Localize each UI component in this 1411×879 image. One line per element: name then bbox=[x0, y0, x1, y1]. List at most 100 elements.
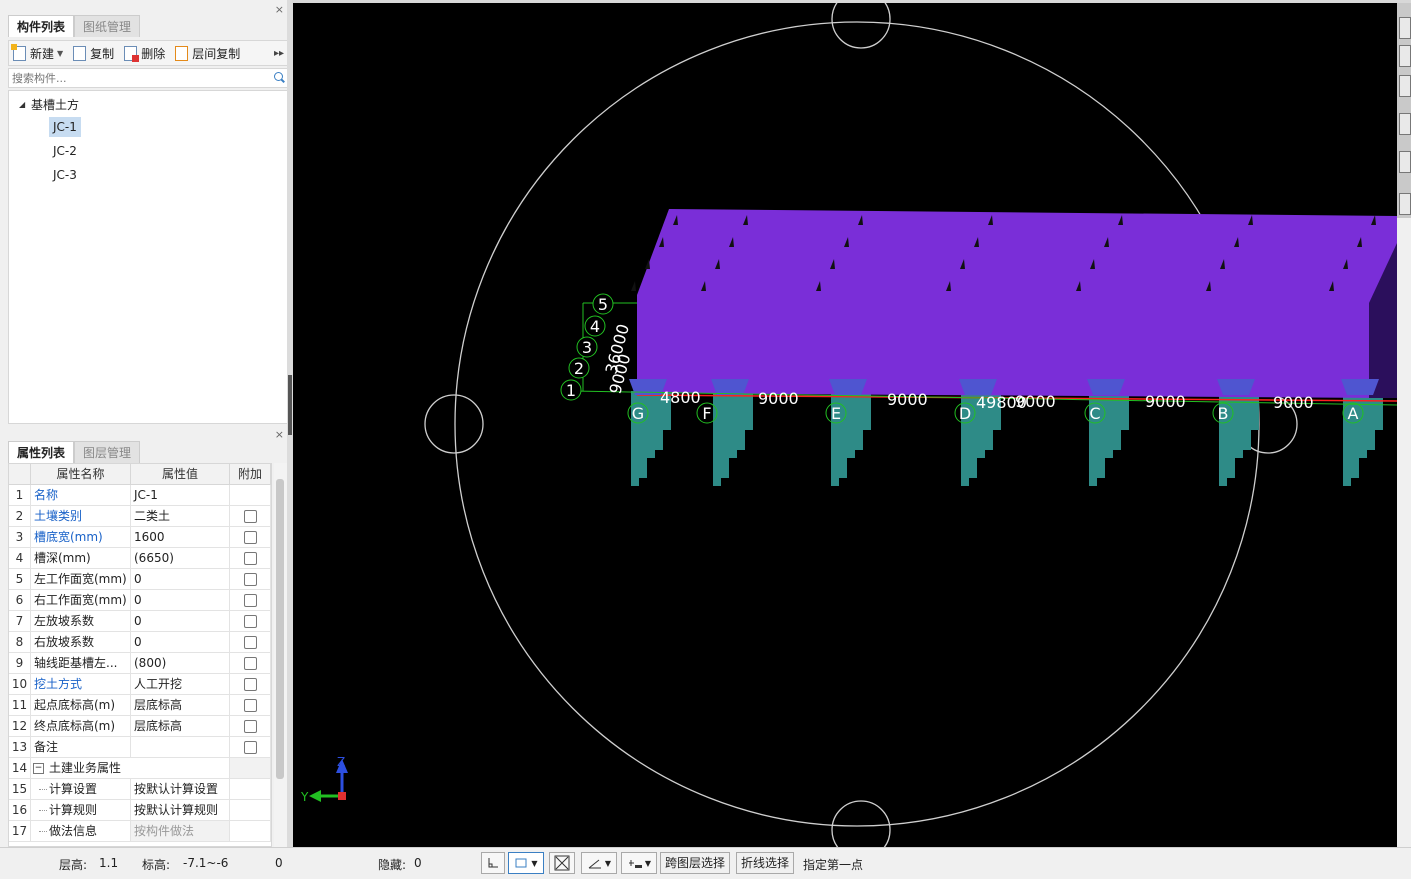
add-checkbox[interactable] bbox=[243, 656, 257, 670]
tree-item-jc-1[interactable]: JC-1 bbox=[49, 117, 81, 137]
view-tool-button[interactable] bbox=[1399, 45, 1411, 67]
property-value[interactable]: 二类土 bbox=[131, 506, 230, 526]
polyline-select-button[interactable]: 折线选择 bbox=[736, 852, 795, 874]
nav-handle-top[interactable] bbox=[831, 3, 891, 49]
table-row[interactable]: 17 做法信息 按构件做法 bbox=[9, 821, 271, 842]
table-row[interactable]: 1 名称 JC-1 bbox=[9, 485, 271, 506]
close-icon[interactable]: × bbox=[275, 428, 284, 441]
snap-dropdown[interactable]: ▼ bbox=[621, 852, 657, 874]
property-name: 备注 bbox=[31, 737, 131, 757]
add-checkbox[interactable] bbox=[243, 635, 257, 649]
cross-layer-select-button[interactable]: 跨图层选择 bbox=[660, 852, 731, 874]
angle-dropdown[interactable]: ▼ bbox=[581, 852, 617, 874]
property-value[interactable] bbox=[131, 737, 230, 757]
table-row-group[interactable]: 14 − 土建业务属性 bbox=[9, 758, 271, 779]
property-value[interactable]: 人工开挖 bbox=[131, 674, 230, 694]
splitter-thumb[interactable] bbox=[288, 375, 292, 435]
add-checkbox[interactable] bbox=[243, 551, 257, 565]
grid-axis-1: 1 bbox=[560, 379, 582, 401]
add-checkbox[interactable] bbox=[243, 677, 257, 691]
property-value[interactable]: 按构件做法 bbox=[131, 821, 230, 841]
table-row[interactable]: 7 左放坡系数 0 bbox=[9, 611, 271, 632]
property-name: 名称 bbox=[31, 485, 131, 505]
3d-viewport[interactable]: GFEDCBA 12345 4800 9000 9000 49800 9000 9000 9… bbox=[293, 3, 1397, 847]
table-row[interactable]: 16 计算规则 按默认计算规则 bbox=[9, 800, 271, 821]
table-row[interactable]: 3 槽底宽(mm) 1600 bbox=[9, 527, 271, 548]
add-checkbox[interactable] bbox=[243, 572, 257, 586]
table-row[interactable]: 10 挖土方式 人工开挖 bbox=[9, 674, 271, 695]
view-tool-button[interactable] bbox=[1399, 17, 1411, 39]
property-value[interactable]: 0 bbox=[131, 569, 230, 589]
add-checkbox[interactable] bbox=[243, 698, 257, 712]
ortho-toggle-button[interactable] bbox=[481, 852, 505, 874]
tab-property-list[interactable]: 属性列表 bbox=[8, 441, 75, 463]
property-value[interactable]: 层底标高 bbox=[131, 716, 230, 736]
add-cell bbox=[230, 653, 271, 673]
add-checkbox[interactable] bbox=[243, 719, 257, 733]
property-value[interactable]: JC-1 bbox=[131, 485, 230, 505]
property-value[interactable]: 按默认计算规则 bbox=[131, 800, 230, 820]
table-row[interactable]: 15 计算设置 按默认计算设置 bbox=[9, 779, 271, 800]
scrollbar-thumb[interactable] bbox=[276, 479, 284, 779]
collapse-icon[interactable]: ◢ bbox=[19, 95, 31, 115]
property-value[interactable]: 按默认计算设置 bbox=[131, 779, 230, 799]
property-value[interactable]: 层底标高 bbox=[131, 695, 230, 715]
table-row[interactable]: 13 备注 bbox=[9, 737, 271, 758]
tab-drawing-management[interactable]: 图纸管理 bbox=[74, 15, 141, 37]
property-name: 右放坡系数 bbox=[31, 632, 131, 652]
property-value[interactable]: (6650) bbox=[131, 548, 230, 568]
pile-cap bbox=[711, 379, 749, 395]
table-row[interactable]: 2 土壤类别 二类土 bbox=[9, 506, 271, 527]
property-value[interactable]: (800) bbox=[131, 653, 230, 673]
add-checkbox[interactable] bbox=[243, 509, 257, 523]
dimension-label: 9000 bbox=[1145, 392, 1186, 411]
property-value[interactable]: 0 bbox=[131, 632, 230, 652]
model-canvas[interactable]: GFEDCBA 12345 4800 9000 9000 49800 9000 90009… bbox=[293, 3, 1397, 847]
table-row[interactable]: 11 起点底标高(m) 层底标高 bbox=[9, 695, 271, 716]
elevation-label: 标高: bbox=[142, 858, 171, 872]
property-scrollbar[interactable] bbox=[274, 463, 287, 847]
floor-copy-button[interactable]: 层间复制 bbox=[171, 42, 244, 64]
property-value[interactable]: 0 bbox=[131, 590, 230, 610]
grid-letter: G bbox=[632, 404, 644, 423]
tree-item-jc-2[interactable]: JC-2 bbox=[49, 141, 81, 161]
add-checkbox[interactable] bbox=[243, 593, 257, 607]
close-icon[interactable]: × bbox=[275, 3, 284, 16]
property-name: 槽深(mm) bbox=[31, 548, 131, 568]
view-tool-button[interactable] bbox=[1399, 113, 1411, 135]
select-mode-dropdown[interactable]: ▼ bbox=[508, 852, 544, 874]
nav-handle-bottom[interactable] bbox=[831, 800, 891, 847]
property-value[interactable]: 0 bbox=[131, 611, 230, 631]
table-row[interactable]: 4 槽深(mm) (6650) bbox=[9, 548, 271, 569]
property-value[interactable]: 1600 bbox=[131, 527, 230, 547]
view-tool-button[interactable] bbox=[1399, 75, 1411, 97]
cross-select-button[interactable] bbox=[549, 852, 575, 874]
table-row[interactable]: 6 右工作面宽(mm) 0 bbox=[9, 590, 271, 611]
orbit-button[interactable] bbox=[1399, 151, 1411, 173]
tab-component-list[interactable]: 构件列表 bbox=[8, 15, 75, 37]
chevron-down-icon[interactable]: ▼ bbox=[57, 49, 63, 58]
row-number: 7 bbox=[9, 611, 31, 631]
view-tool-button[interactable] bbox=[1399, 193, 1411, 215]
tree-root[interactable]: ◢ 基槽土方 bbox=[19, 95, 79, 115]
search-input[interactable] bbox=[12, 71, 271, 85]
grid-axis-5: 5 bbox=[592, 293, 614, 315]
search-icon[interactable] bbox=[271, 70, 287, 86]
nav-handle-left[interactable] bbox=[424, 394, 484, 454]
delete-button[interactable]: 删除 bbox=[120, 42, 169, 64]
slab-mark bbox=[631, 281, 636, 291]
add-checkbox[interactable] bbox=[243, 740, 257, 754]
table-row[interactable]: 12 终点底标高(m) 层底标高 bbox=[9, 716, 271, 737]
grid-axis-4: 4 bbox=[584, 315, 606, 337]
copy-button[interactable]: 复制 bbox=[69, 42, 118, 64]
tree-item-jc-3[interactable]: JC-3 bbox=[49, 165, 81, 185]
table-row[interactable]: 5 左工作面宽(mm) 0 bbox=[9, 569, 271, 590]
add-checkbox[interactable] bbox=[243, 614, 257, 628]
toolbar-more-icon[interactable]: ▸▸ bbox=[274, 48, 287, 59]
tab-layer-management[interactable]: 图层管理 bbox=[74, 441, 141, 463]
collapse-icon[interactable]: − bbox=[33, 763, 44, 774]
new-button[interactable]: 新建 ▼ bbox=[9, 42, 67, 64]
table-row[interactable]: 8 右放坡系数 0 bbox=[9, 632, 271, 653]
add-checkbox[interactable] bbox=[243, 530, 257, 544]
table-row[interactable]: 9 轴线距基槽左... (800) bbox=[9, 653, 271, 674]
